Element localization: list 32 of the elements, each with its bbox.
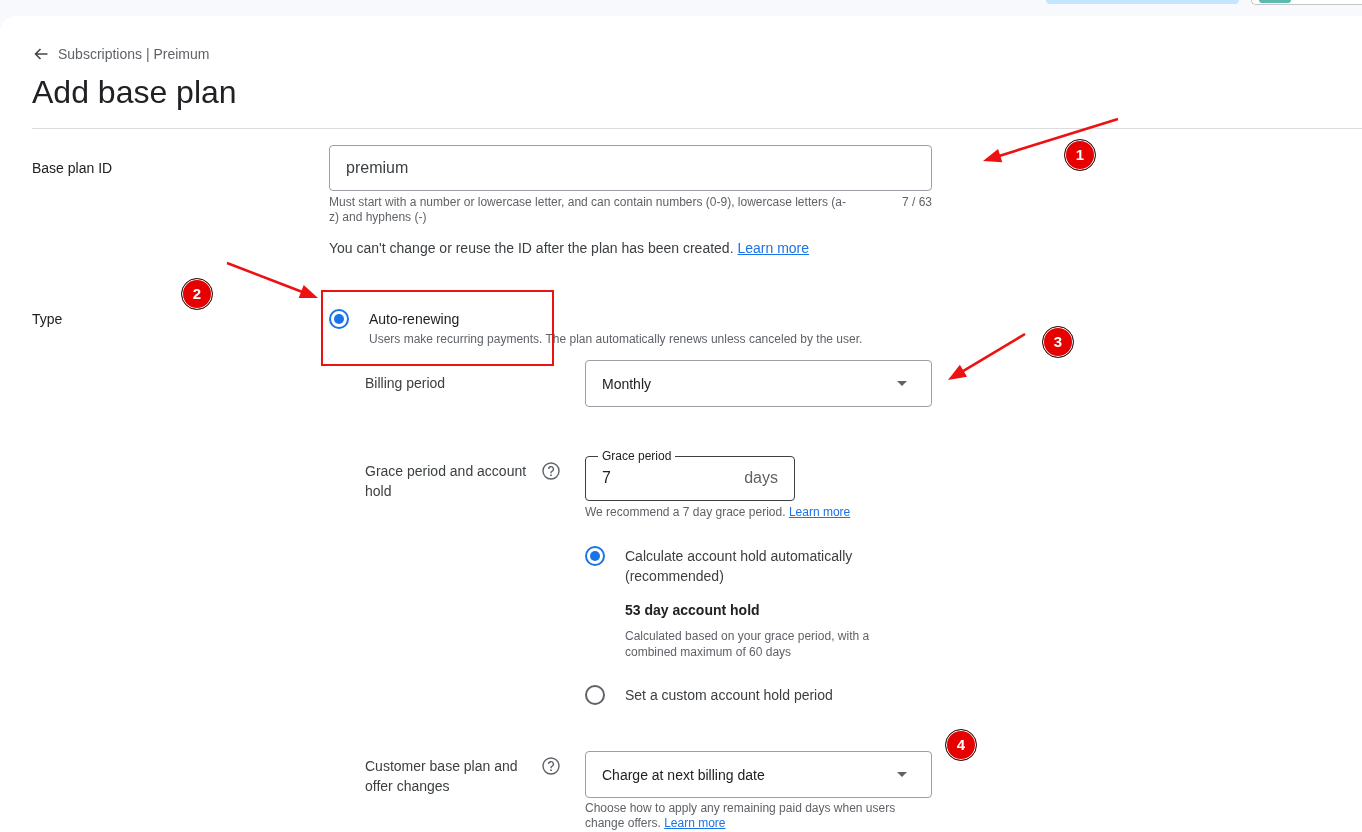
id-note: You can't change or reuse the ID after the plan has been created. Learn more — [329, 239, 810, 258]
field-label: Customer base plan and offer changes — [365, 757, 519, 796]
option-label: Calculate account hold automatically (recommended) — [625, 547, 854, 586]
radio-button[interactable] — [329, 309, 349, 329]
learn-more-link[interactable]: Learn more — [788, 505, 851, 519]
learn-more-link[interactable]: Learn more — [737, 240, 810, 256]
help-icon[interactable] — [542, 757, 560, 775]
field-label: Base plan ID — [32, 159, 113, 178]
radio-button[interactable] — [585, 546, 605, 566]
radio-button[interactable] — [585, 685, 605, 705]
option-description: Calculated based on your grace period, with a combined maximum of 60 days — [625, 628, 871, 660]
plan-change-select[interactable]: Charge at next billing date — [585, 751, 932, 798]
caret-icon — [897, 381, 907, 386]
help-icon[interactable] — [542, 462, 560, 480]
helper-text: We recommend a 7 day grace period. Learn more — [585, 505, 851, 520]
grace-period-field[interactable]: Grace period 7 days — [585, 449, 795, 501]
caret-icon — [897, 772, 907, 777]
learn-more-link[interactable]: Learn more — [664, 816, 726, 830]
option-label: Set a custom account hold period — [625, 686, 834, 705]
field-label: Billing period — [365, 374, 446, 393]
base-plan-id-input[interactable]: premium — [329, 145, 932, 191]
account-hold-summary: 53 day account hold — [625, 601, 761, 620]
page-title: Add base plan — [32, 74, 237, 110]
field-label: Type — [32, 310, 63, 329]
character-counter: 7 / 63 — [901, 195, 932, 210]
option-label: Auto-renewing — [369, 310, 461, 329]
back-arrow-icon[interactable] — [34, 48, 48, 60]
breadcrumb-link[interactable]: Subscriptions | Preimum — [58, 46, 210, 62]
billing-period-select[interactable]: Monthly — [585, 360, 932, 407]
field-label: Grace period and account hold — [365, 462, 528, 501]
helper-text: Must start with a number or lowercase letter, and can contain numbers (0-9), lowercase letters (a-z) and hyphens (-) — [329, 195, 847, 225]
helper-text: Choose how to apply any remaining paid days when users change offers. Learn more — [585, 801, 897, 831]
